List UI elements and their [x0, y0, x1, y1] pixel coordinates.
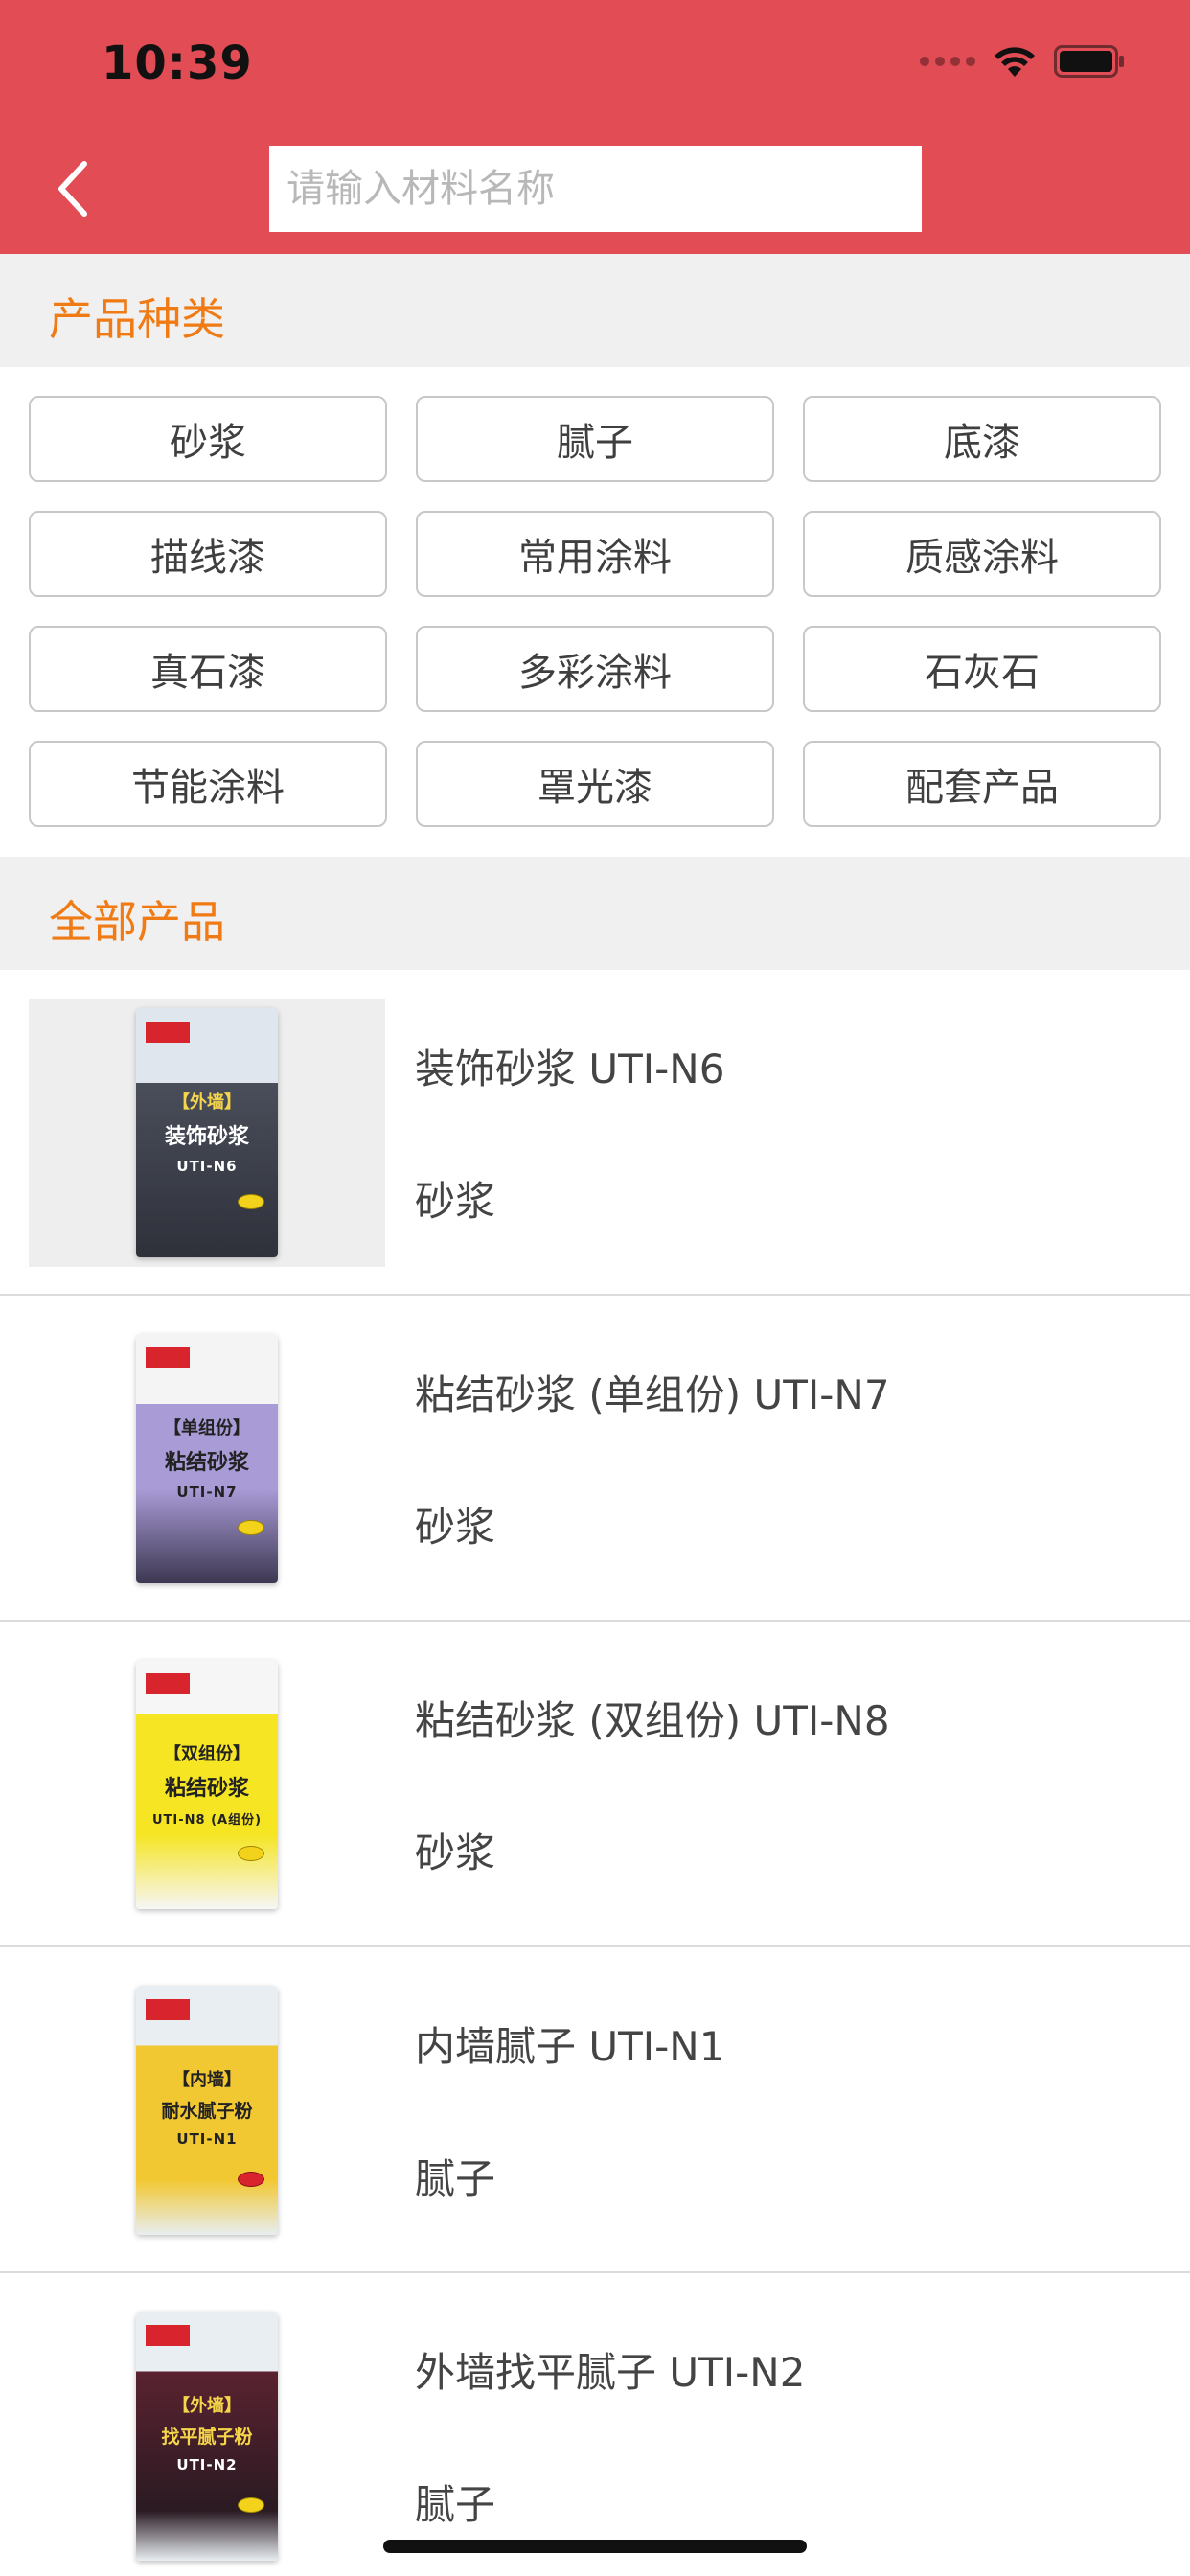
category-button[interactable]: 质感涂料: [803, 511, 1161, 597]
signal-icon: [920, 57, 975, 66]
weight-badge: [238, 1520, 264, 1535]
product-list: 【外墙】 装饰砂浆 UTI-N6 装饰砂浆 UTI-N6 砂浆 【单组份】 粘结…: [0, 970, 1190, 2576]
product-package: 【双组份】 粘结砂浆 UTI-N8 (A组份): [136, 1660, 278, 1909]
category-grid: 砂浆 腻子 底漆 描线漆 常用涂料 质感涂料 真石漆 多彩涂料 石灰石 节能涂料…: [29, 396, 1161, 827]
status-indicators: [920, 42, 1127, 80]
category-button[interactable]: 常用涂料: [416, 511, 774, 597]
brand-logo: [146, 1999, 190, 2020]
products-section-header: 全部产品: [0, 857, 1190, 970]
nav-header: 10:39: [0, 0, 1190, 254]
package-name: 找平腻子粉: [161, 2426, 253, 2448]
product-row[interactable]: 【外墙】 装饰砂浆 UTI-N6 装饰砂浆 UTI-N6 砂浆: [0, 970, 1190, 1296]
category-button[interactable]: 多彩涂料: [416, 626, 774, 712]
brand-logo: [146, 1673, 190, 1694]
search-input[interactable]: [269, 146, 922, 232]
product-category: 砂浆: [415, 1504, 496, 1551]
wifi-icon: [995, 47, 1035, 77]
product-category: 腻子: [415, 2481, 496, 2528]
product-category: 砂浆: [415, 1829, 496, 1876]
package-code: UTI-N7: [176, 1484, 238, 1501]
home-indicator[interactable]: [383, 2540, 807, 2553]
category-button[interactable]: 腻子: [416, 396, 774, 482]
package-name: 粘结砂浆: [164, 1451, 249, 1475]
product-image: 【双组份】 粘结砂浆 UTI-N8 (A组份): [29, 1650, 385, 1919]
categories-section-title: 产品种类: [49, 293, 225, 345]
category-button[interactable]: 描线漆: [29, 511, 387, 597]
package-tag: 【外墙】: [172, 2396, 241, 2416]
product-name: 外墙找平腻子 UTI-N2: [415, 2349, 806, 2396]
package-tag: 【双组份】: [164, 1744, 250, 1764]
package-tag: 【内墙】: [172, 2070, 241, 2090]
product-image: 【外墙】 装饰砂浆 UTI-N6: [29, 999, 385, 1267]
package-name: 耐水腻子粉: [161, 2101, 253, 2122]
category-button[interactable]: 真石漆: [29, 626, 387, 712]
product-name: 粘结砂浆 (单组份) UTI-N7: [415, 1371, 890, 1418]
battery-icon: [1054, 45, 1124, 78]
package-code: UTI-N6: [176, 1158, 238, 1175]
package-code: UTI-N8 (A组份): [151, 1813, 263, 1828]
brand-logo: [146, 1347, 190, 1368]
products-section-title: 全部产品: [49, 896, 225, 948]
product-package: 【内墙】 耐水腻子粉 UTI-N1: [136, 1986, 278, 2235]
product-row[interactable]: 【内墙】 耐水腻子粉 UTI-N1 内墙腻子 UTI-N1 腻子: [0, 1947, 1190, 2273]
category-button[interactable]: 石灰石: [803, 626, 1161, 712]
product-row[interactable]: 【外墙】 找平腻子粉 UTI-N2 外墙找平腻子 UTI-N2 腻子: [0, 2273, 1190, 2576]
weight-badge: [238, 1846, 264, 1861]
category-button[interactable]: 砂浆: [29, 396, 387, 482]
status-time: 10:39: [102, 36, 253, 90]
weight-badge: [238, 2497, 264, 2513]
category-button[interactable]: 底漆: [803, 396, 1161, 482]
package-name: 粘结砂浆: [164, 1777, 249, 1801]
product-image: 【内墙】 耐水腻子粉 UTI-N1: [29, 1976, 385, 2244]
brand-logo: [146, 1022, 190, 1043]
product-name: 内墙腻子 UTI-N1: [415, 2023, 725, 2070]
product-category: 砂浆: [415, 1178, 496, 1225]
category-button[interactable]: 罩光漆: [416, 741, 774, 827]
product-package: 【单组份】 粘结砂浆 UTI-N7: [136, 1334, 278, 1583]
back-chevron-icon[interactable]: [54, 158, 92, 219]
product-package: 【外墙】 找平腻子粉 UTI-N2: [136, 2312, 278, 2561]
product-row[interactable]: 【单组份】 粘结砂浆 UTI-N7 粘结砂浆 (单组份) UTI-N7 砂浆: [0, 1296, 1190, 1622]
categories-section-header: 产品种类: [0, 254, 1190, 367]
package-name: 装饰砂浆: [164, 1125, 249, 1149]
product-name: 粘结砂浆 (双组份) UTI-N8: [415, 1697, 890, 1744]
product-image: 【单组份】 粘结砂浆 UTI-N7: [29, 1324, 385, 1593]
weight-badge: [238, 2172, 264, 2187]
product-category: 腻子: [415, 2155, 496, 2202]
weight-badge: [238, 1194, 264, 1209]
brand-logo: [146, 2325, 190, 2346]
package-code: UTI-N1: [176, 2130, 238, 2148]
product-image: 【外墙】 找平腻子粉 UTI-N2: [29, 2302, 385, 2570]
product-row[interactable]: 【双组份】 粘结砂浆 UTI-N8 (A组份) 粘结砂浆 (双组份) UTI-N…: [0, 1622, 1190, 1947]
category-button[interactable]: 节能涂料: [29, 741, 387, 827]
package-code: UTI-N2: [176, 2456, 238, 2473]
product-package: 【外墙】 装饰砂浆 UTI-N6: [136, 1008, 278, 1257]
package-tag: 【单组份】: [164, 1418, 250, 1438]
product-name: 装饰砂浆 UTI-N6: [415, 1046, 725, 1092]
package-tag: 【外墙】: [172, 1092, 241, 1113]
category-button[interactable]: 配套产品: [803, 741, 1161, 827]
